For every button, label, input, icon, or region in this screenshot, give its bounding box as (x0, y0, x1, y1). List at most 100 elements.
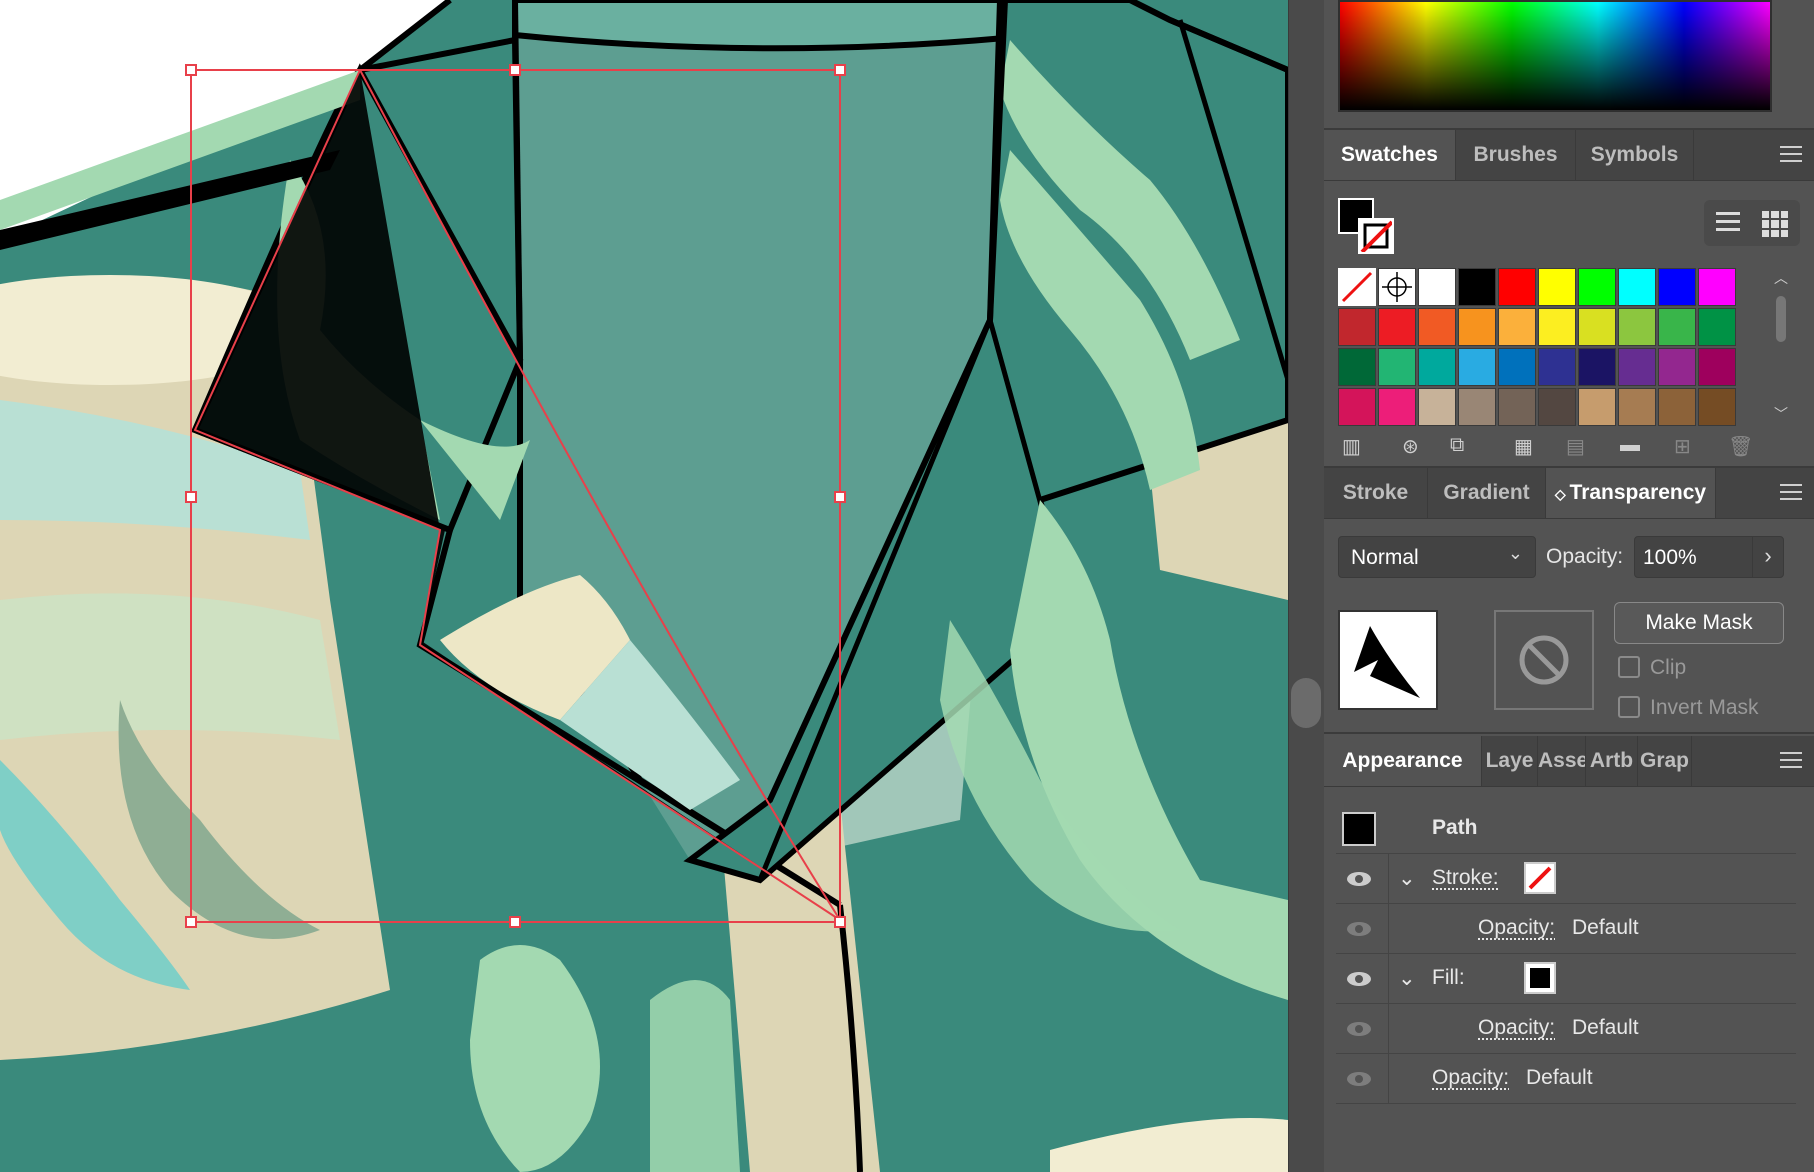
swatch-color[interactable] (1498, 268, 1536, 306)
make-mask-button[interactable]: Make Mask (1614, 602, 1784, 644)
swatch-color[interactable] (1378, 308, 1416, 346)
swatch-color[interactable] (1658, 348, 1696, 386)
appearance-row-object-opacity[interactable]: Opacity: Default (1336, 1054, 1796, 1104)
tab-assets[interactable]: Asse (1538, 736, 1586, 786)
swatch-color[interactable] (1338, 388, 1376, 426)
swatch-color[interactable] (1338, 348, 1376, 386)
swatch-color[interactable] (1618, 268, 1656, 306)
swatch-none[interactable] (1338, 268, 1376, 306)
swatch-color[interactable] (1418, 348, 1456, 386)
swatch-color[interactable] (1498, 308, 1536, 346)
color-spectrum-picker[interactable] (1338, 0, 1772, 112)
tab-transparency[interactable]: ◇ Transparency (1546, 468, 1716, 518)
vertical-scrollbar[interactable] (1291, 678, 1321, 728)
appearance-row-stroke-opacity[interactable]: Opacity: Default (1336, 904, 1796, 954)
fill-stroke-indicator[interactable] (1338, 198, 1398, 258)
swatch-color[interactable] (1498, 348, 1536, 386)
swatch-color[interactable] (1698, 348, 1736, 386)
appearance-menu-icon[interactable] (1780, 752, 1802, 770)
swatch-color[interactable] (1378, 388, 1416, 426)
trash-icon[interactable]: 🗑 (1728, 434, 1753, 459)
chevron-up-icon[interactable]: ︿ (1770, 268, 1792, 288)
swatch-scrollbar[interactable]: ︿ ﹀ (1770, 268, 1792, 424)
chevron-down-icon[interactable]: ⌄ (1398, 966, 1416, 991)
new-swatch-icon[interactable]: ⊞ (1674, 434, 1691, 459)
grid-view-icon[interactable] (1762, 211, 1788, 237)
swatch-color[interactable] (1458, 388, 1496, 426)
swatch-color[interactable] (1538, 348, 1576, 386)
chevron-down-icon[interactable]: ⌄ (1398, 866, 1416, 891)
tab-graphic-styles[interactable]: Grap (1638, 736, 1692, 786)
tab-artboards[interactable]: Artb (1586, 736, 1638, 786)
stroke-none-swatch[interactable] (1524, 862, 1556, 894)
fill-label[interactable]: Fill: (1432, 966, 1465, 990)
swatch-options-icon[interactable]: ⊛ (1402, 434, 1419, 459)
swatch-color[interactable] (1578, 268, 1616, 306)
opacity-slider-toggle[interactable]: › (1752, 536, 1784, 578)
transparency-menu-icon[interactable] (1780, 484, 1802, 502)
swatch-color[interactable] (1698, 268, 1736, 306)
object-opacity-label[interactable]: Opacity: (1432, 1066, 1509, 1090)
tab-appearance[interactable]: Appearance (1324, 736, 1482, 786)
swatch-color[interactable] (1418, 388, 1456, 426)
swatch-color[interactable] (1578, 388, 1616, 426)
appearance-row-stroke[interactable]: ⌄ Stroke: (1336, 854, 1796, 904)
swatch-color[interactable] (1578, 348, 1616, 386)
swatch-color[interactable] (1618, 308, 1656, 346)
fill-black-swatch[interactable] (1524, 962, 1556, 994)
swatch-color[interactable] (1458, 308, 1496, 346)
swatch-color[interactable] (1698, 308, 1736, 346)
swatches-menu-icon[interactable] (1780, 146, 1802, 164)
appearance-row-path[interactable]: Path (1336, 804, 1796, 854)
show-kinds-icon[interactable]: ▦ (1514, 434, 1533, 459)
place-swatch-icon[interactable]: ⧉ (1450, 434, 1464, 457)
swatch-libraries-icon[interactable]: ▥ (1342, 434, 1361, 459)
swatch-color[interactable] (1578, 308, 1616, 346)
swatch-color[interactable] (1698, 388, 1736, 426)
tab-swatches[interactable]: Swatches (1324, 130, 1456, 180)
eye-icon[interactable] (1346, 866, 1372, 892)
clip-checkbox[interactable] (1618, 656, 1640, 678)
opacity-input[interactable]: 100% (1634, 536, 1754, 578)
stroke-opacity-label[interactable]: Opacity: (1478, 916, 1555, 940)
appearance-row-fill[interactable]: ⌄ Fill: (1336, 954, 1796, 1004)
swatch-color[interactable] (1658, 268, 1696, 306)
fill-opacity-label[interactable]: Opacity: (1478, 1016, 1555, 1040)
swatch-color[interactable] (1618, 388, 1656, 426)
swatch-color[interactable] (1538, 308, 1576, 346)
swatch-color[interactable] (1538, 268, 1576, 306)
stroke-none-swatch[interactable] (1358, 218, 1394, 254)
blend-mode-select[interactable]: Normal ⌄ (1338, 536, 1536, 578)
eye-icon[interactable] (1346, 1016, 1372, 1042)
swatch-list-icon[interactable]: ▤ (1566, 434, 1585, 459)
object-thumbnail[interactable] (1338, 610, 1438, 710)
invert-mask-checkbox[interactable] (1618, 696, 1640, 718)
tab-layers[interactable]: Laye (1482, 736, 1538, 786)
appearance-row-fill-opacity[interactable]: Opacity: Default (1336, 1004, 1796, 1054)
eye-icon[interactable] (1346, 1066, 1372, 1092)
list-view-icon[interactable] (1716, 212, 1740, 234)
swatch-color[interactable] (1378, 348, 1416, 386)
tab-symbols[interactable]: Symbols (1576, 130, 1694, 180)
tab-stroke[interactable]: Stroke (1324, 468, 1428, 518)
swatch-color[interactable] (1338, 308, 1376, 346)
tab-brushes[interactable]: Brushes (1456, 130, 1576, 180)
swatch-color[interactable] (1538, 388, 1576, 426)
swatch-color[interactable] (1418, 308, 1456, 346)
tab-gradient[interactable]: Gradient (1428, 468, 1546, 518)
swatch-color[interactable] (1458, 348, 1496, 386)
eye-icon[interactable] (1346, 916, 1372, 942)
artboard-canvas[interactable] (0, 0, 1288, 1172)
swatch-registration[interactable] (1378, 268, 1416, 306)
swatch-color[interactable] (1618, 348, 1656, 386)
swatch-color[interactable] (1658, 308, 1696, 346)
stroke-label[interactable]: Stroke: (1432, 866, 1499, 890)
swatch-color[interactable] (1498, 388, 1536, 426)
swatch-color[interactable] (1458, 268, 1496, 306)
mask-thumbnail[interactable] (1494, 610, 1594, 710)
eye-icon[interactable] (1346, 966, 1372, 992)
swatch-color[interactable] (1418, 268, 1456, 306)
swatch-color[interactable] (1658, 388, 1696, 426)
chevron-down-icon[interactable]: ﹀ (1770, 404, 1792, 424)
new-color-group-icon[interactable]: ▬ (1620, 434, 1640, 457)
